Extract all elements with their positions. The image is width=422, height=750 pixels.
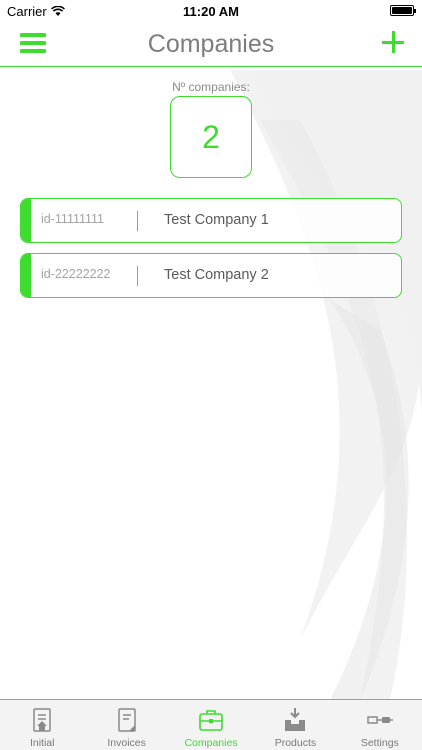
battery-icon (390, 5, 416, 16)
company-id: id-22222222 (41, 267, 111, 281)
status-time: 11:20 AM (183, 4, 239, 19)
tab-label: Initial (29, 737, 55, 749)
tab-label: Settings (360, 737, 399, 749)
page-title: Companies (147, 30, 275, 58)
briefcase-icon (199, 710, 223, 731)
company-row[interactable]: id-11111111 Test Company 1 (20, 198, 402, 243)
status-bar: Carrier 11:20 AM (0, 0, 422, 22)
row-accent (21, 199, 31, 242)
company-name: Test Company 1 (164, 212, 269, 228)
tab-companies[interactable]: Companies (169, 700, 253, 750)
row-separator (137, 211, 138, 231)
invoices-icon (117, 708, 136, 732)
tab-label: Companies (184, 737, 238, 749)
tab-label: Products (274, 737, 317, 749)
tab-settings[interactable]: Settings (338, 700, 422, 750)
company-row[interactable]: id-22222222 Test Company 2 (20, 253, 402, 298)
tab-initial[interactable]: Initial (0, 700, 84, 750)
row-accent (21, 254, 31, 297)
settings-icon (367, 716, 393, 724)
tab-invoices[interactable]: Invoices (84, 700, 168, 750)
row-separator (137, 266, 138, 286)
navigation-bar: Companies (0, 22, 422, 67)
companies-count-box: 2 (170, 96, 252, 178)
add-company-button[interactable] (382, 31, 404, 53)
tab-products[interactable]: Products (253, 700, 337, 750)
company-id: id-11111111 (41, 212, 105, 226)
company-name: Test Company 2 (164, 267, 269, 283)
initial-icon (33, 708, 51, 732)
tab-bar: Initial Invoices Companies Products Sett… (0, 699, 422, 750)
companies-count-label: Nº companies: (172, 80, 250, 94)
tab-label: Invoices (107, 737, 146, 749)
products-icon (285, 708, 306, 731)
